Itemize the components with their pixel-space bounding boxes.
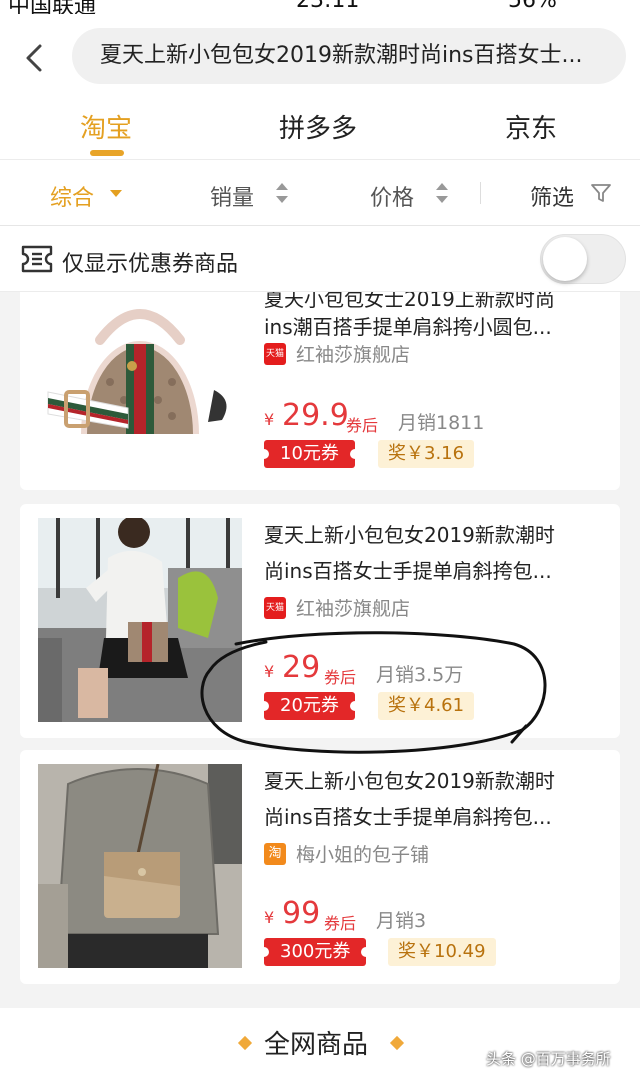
chevron-down-icon [110,190,122,197]
currency-symbol: ¥ [264,908,275,927]
price: 29 [282,650,321,685]
platform-tabs: 淘宝 拼多多 京东 [0,98,640,160]
funnel-icon [591,184,611,202]
carrier-label: 中国联通 [8,0,97,14]
monthly-sales: 月销1811 [398,412,485,434]
product-card[interactable]: 夏天小包包女士2019上新款时尚 ins潮百搭手提单肩斜挎小圆包... 天猫 红… [20,292,620,490]
sort-price[interactable]: 价格 [370,180,414,212]
after-coupon-label: 券后 [324,668,357,687]
shop-name: 红袖莎旗舰店 [296,344,411,366]
product-image [38,292,242,486]
battery-level: 56% [508,0,557,13]
active-tab-indicator [90,150,124,156]
toggle-knob [543,237,587,281]
reward-tag: 奖￥4.61 [378,692,475,720]
coupon-tag[interactable]: 10元券 [259,440,360,468]
coupon-only-label: 仅显示优惠券商品 [62,252,239,277]
product-title-line2: 尚ins百搭女士手提单肩斜挎包... [264,559,552,583]
reward-tag: 奖￥10.49 [388,938,496,966]
tmall-badge-icon: 天猫 [264,597,286,619]
search-input[interactable]: 夏天上新小包包女2019新款潮时尚ins百搭女士... [72,28,626,84]
tab-taobao[interactable]: 淘宝 [80,108,132,145]
sort-sales[interactable]: 销量 [210,180,254,212]
price: 99 [282,896,321,931]
coupon-only-toggle[interactable] [540,234,626,284]
currency-symbol: ¥ [264,410,275,429]
product-title-line2: 尚ins百搭女士手提单肩斜挎包... [264,805,552,829]
search-header: 夏天上新小包包女2019新款潮时尚ins百搭女士... [0,14,640,98]
product-image [38,518,242,722]
product-card[interactable]: 夏天上新小包包女2019新款潮时 尚ins百搭女士手提单肩斜挎包... 天猫 红… [20,504,620,738]
shop-name: 红袖莎旗舰店 [296,598,411,620]
diamond-icon [237,1035,253,1051]
diamond-icon [389,1035,405,1051]
shop-name: 梅小姐的包子铺 [296,844,430,866]
product-card[interactable]: 夏天上新小包包女2019新款潮时 尚ins百搭女士手提单肩斜挎包... 淘 梅小… [20,750,620,984]
monthly-sales: 月销3 [376,910,427,932]
tab-jd[interactable]: 京东 [505,108,557,145]
section-title: 全网商品 [264,1030,369,1060]
coupon-only-row: 仅显示优惠券商品 [0,226,640,292]
back-icon [26,44,42,72]
divider [480,182,481,204]
tmall-badge-icon: 天猫 [264,343,286,365]
product-title: 夏天上新小包包女2019新款潮时 [264,523,555,547]
product-image [38,764,242,968]
filter-button[interactable]: 筛选 [530,180,574,212]
tab-pinduoduo[interactable]: 拼多多 [279,108,357,145]
monthly-sales: 月销3.5万 [376,664,464,686]
clock: 23:11 [296,0,360,13]
after-coupon-label: 券后 [346,416,379,435]
sort-bar: 综合 销量 价格 筛选 [0,160,640,226]
status-bar: 中国联通 23:11 56% [0,0,640,14]
product-title-line2: ins潮百搭手提单肩斜挎小圆包... [264,315,552,339]
watermark: 头条 @百万事务所 [486,1050,611,1068]
taobao-badge-icon: 淘 [264,843,286,865]
coupon-tag[interactable]: 300元券 [258,938,372,966]
reward-tag: 奖￥3.16 [378,440,475,468]
product-list: 夏天小包包女士2019上新款时尚 ins潮百搭手提单肩斜挎小圆包... 天猫 红… [0,292,640,1083]
after-coupon-label: 券后 [324,914,357,933]
back-button[interactable] [18,40,54,76]
price: 29.9 [282,398,349,433]
currency-symbol: ¥ [264,662,275,681]
coupon-tag[interactable]: 20元券 [259,692,360,720]
sort-caret-icon [436,183,448,205]
sort-comprehensive[interactable]: 综合 [50,180,94,212]
section-header: 全网商品 头条 @百万事务所 [0,1008,640,1083]
product-title: 夏天上新小包包女2019新款潮时 [264,769,555,793]
sort-caret-icon [276,183,288,205]
coupon-ticket-icon [21,245,53,273]
